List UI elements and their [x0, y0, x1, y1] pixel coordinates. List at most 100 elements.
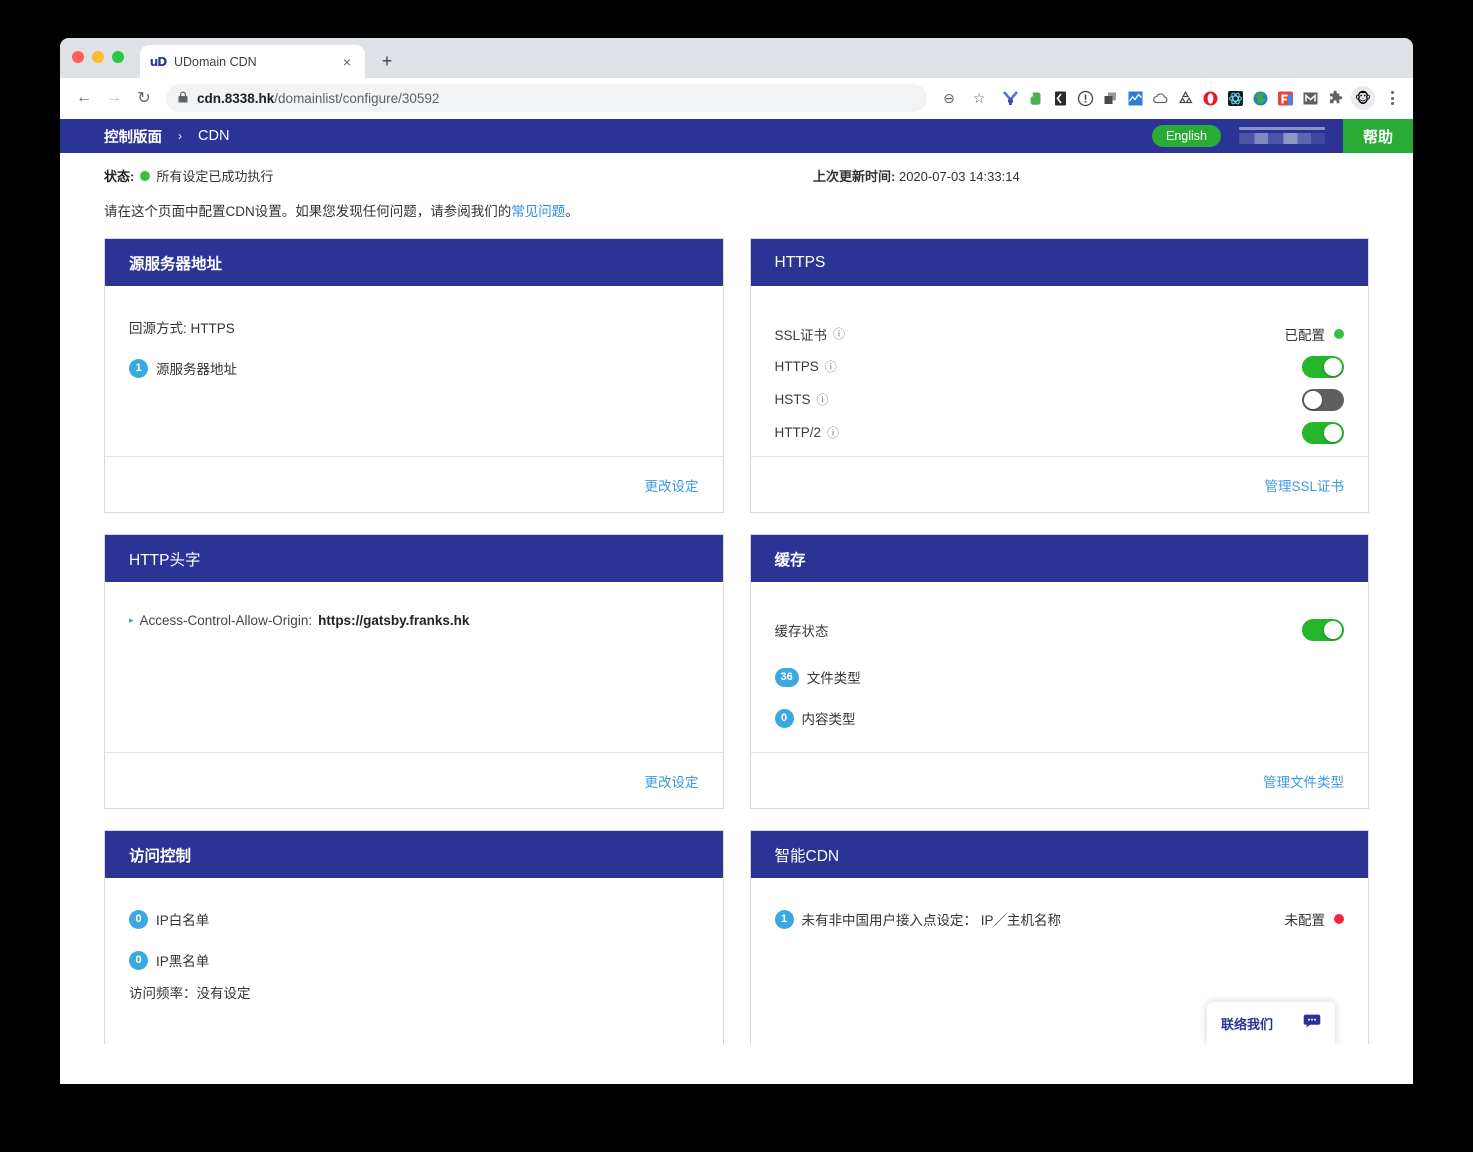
fe-icon[interactable] [1274, 87, 1296, 109]
manage-file-types-link[interactable]: 管理文件类型 [1263, 771, 1344, 791]
address-bar[interactable]: cdn.8338.hk/domainlist/configure/30592 [166, 84, 927, 112]
card-origin-server: 源服务器地址 回源方式: HTTPS 1 源服务器地址 更改设定 [104, 238, 724, 513]
page-description-suffix: 。 [565, 204, 579, 219]
headers-change-settings-link[interactable]: 更改设定 [645, 771, 699, 791]
cache-content-types-count-badge: 0 [775, 709, 794, 728]
language-switch-button[interactable]: English [1152, 125, 1221, 147]
ssl-certificate-status-text: 已配置 [1285, 324, 1326, 344]
ssl-certificate-label: SSL证书 ⓘ [775, 324, 846, 344]
card-https-footer: 管理SSL证书 [751, 456, 1369, 512]
card-origin-server-title: 源服务器地址 [105, 239, 723, 286]
info-icon[interactable]: ⓘ [833, 328, 845, 340]
pocket-icon[interactable] [1049, 87, 1071, 109]
evernote-icon[interactable] [1024, 87, 1046, 109]
chart-icon[interactable] [1124, 87, 1146, 109]
smart-cdn-row[interactable]: 1 未有非中国用户接入点设定： IP／主机名称 未配置 [775, 909, 1345, 929]
cloud-icon[interactable] [1149, 87, 1171, 109]
https-row-hsts: HSTS ⓘ [775, 383, 1345, 416]
tab-strip: uD UDomain CDN × + [60, 38, 1413, 78]
cache-state-toggle-wrap [1302, 619, 1344, 641]
profile-avatar[interactable]: 🐵 [1351, 86, 1375, 110]
smart-cdn-status: 未配置 [1285, 909, 1345, 929]
zoom-out-icon[interactable]: ⊖ [935, 84, 963, 112]
ssl-certificate-status-dot-icon [1334, 329, 1344, 339]
card-http-headers-title: HTTP头字 [105, 535, 723, 582]
hsts-toggle[interactable] [1302, 389, 1344, 411]
udomain-logo-icon: uD [150, 54, 166, 70]
window-traffic-lights [72, 51, 124, 63]
card-cache-title: 缓存 [751, 535, 1369, 582]
user-account-menu[interactable] [1239, 127, 1325, 145]
browser-tab[interactable]: uD UDomain CDN × [140, 45, 365, 78]
hsts-toggle-label: HSTS ⓘ [775, 392, 829, 407]
app-header-actions: English 帮助 [1152, 119, 1413, 153]
window-copy-icon[interactable] [1099, 87, 1121, 109]
info-icon[interactable]: ⓘ [817, 394, 829, 406]
maximize-window-button[interactable] [112, 51, 124, 63]
cache-file-types-row[interactable]: 36 文件类型 [775, 667, 1345, 687]
http-header-entry[interactable]: ▸ Access-Control-Allow-Origin:https://ga… [129, 613, 699, 628]
http-header-name: Access-Control-Allow-Origin: [140, 613, 313, 628]
chat-bubble-icon [1303, 1014, 1321, 1032]
http2-toggle[interactable] [1302, 422, 1344, 444]
manage-ssl-certificate-link[interactable]: 管理SSL证书 [1264, 475, 1344, 495]
origin-address-label: 源服务器地址 [156, 358, 237, 378]
yandex-icon[interactable] [999, 87, 1021, 109]
origin-address-row[interactable]: 1 源服务器地址 [129, 358, 699, 378]
card-http-headers-footer: 更改设定 [105, 752, 723, 808]
ip-blacklist-label: IP黑名单 [156, 950, 209, 970]
https-toggle-label-text: HTTPS [775, 359, 819, 374]
mailtrack-icon[interactable] [1299, 87, 1321, 109]
last-updated-label: 上次更新时间: [813, 169, 895, 184]
info-icon[interactable]: ⓘ [825, 361, 837, 373]
close-tab-icon[interactable]: × [339, 54, 355, 70]
url-path: /domainlist/configure/30592 [274, 91, 439, 106]
page-description: 请在这个页面中配置CDN设置。如果您发现任何问题，请参阅我们的常见问题。 [104, 200, 1369, 220]
minimize-window-button[interactable] [92, 51, 104, 63]
ip-blacklist-row[interactable]: 0 IP黑名单 [129, 950, 699, 970]
ip-whitelist-row[interactable]: 0 IP白名单 [129, 909, 699, 929]
info-icon[interactable]: ⓘ [827, 427, 839, 439]
address-bar-text: cdn.8338.hk/domainlist/configure/30592 [197, 91, 439, 106]
http2-toggle-wrap [1302, 422, 1344, 444]
https-toggle[interactable] [1302, 356, 1344, 378]
ssl-certificate-label-text: SSL证书 [775, 324, 828, 344]
card-origin-server-body: 回源方式: HTTPS 1 源服务器地址 [105, 286, 723, 456]
help-button[interactable]: 帮助 [1343, 119, 1413, 153]
reload-icon[interactable]: ↻ [130, 84, 158, 112]
globe-icon[interactable] [1249, 87, 1271, 109]
http-header-value: https://gatsby.franks.hk [318, 613, 469, 628]
bookmark-star-icon[interactable]: ☆ [965, 84, 993, 112]
cache-file-types-label: 文件类型 [807, 667, 861, 687]
contact-us-widget[interactable]: 联络我们 [1207, 1002, 1335, 1044]
faq-link[interactable]: 常见问题 [511, 204, 565, 219]
settings-card-grid: 源服务器地址 回源方式: HTTPS 1 源服务器地址 更改设定 HTTPS [104, 238, 1369, 1044]
forward-icon[interactable]: → [100, 84, 128, 112]
back-icon[interactable]: ← [70, 84, 98, 112]
cache-content-types-row[interactable]: 0 内容类型 [775, 708, 1345, 728]
ip-blacklist-count-badge: 0 [129, 951, 148, 970]
react-icon[interactable] [1224, 87, 1246, 109]
recycle-icon[interactable] [1174, 87, 1196, 109]
card-https-body: SSL证书 ⓘ 已配置 HTTPS ⓘ [751, 286, 1369, 456]
breadcrumb-item-dashboard[interactable]: 控制版面 [104, 126, 162, 147]
cache-state-toggle[interactable] [1302, 619, 1344, 641]
https-row-ssl-certificate: SSL证书 ⓘ 已配置 [775, 317, 1345, 350]
opera-icon[interactable] [1199, 87, 1221, 109]
close-window-button[interactable] [72, 51, 84, 63]
chevron-right-icon: › [178, 129, 182, 143]
new-tab-button[interactable]: + [373, 47, 401, 75]
omnibox-actions: ⊖ ☆ [935, 84, 993, 112]
last-updated: 上次更新时间: 2020-07-03 14:33:14 [813, 166, 1020, 185]
puzzle-icon[interactable] [1324, 87, 1346, 109]
ssl-certificate-status: 已配置 [1285, 324, 1345, 344]
browser-menu-icon[interactable] [1381, 85, 1403, 111]
smart-cdn-status-dot-icon [1334, 914, 1344, 924]
breadcrumb-item-cdn[interactable]: CDN [198, 128, 229, 144]
origin-address-count-badge: 1 [129, 359, 148, 378]
origin-change-settings-link[interactable]: 更改设定 [645, 475, 699, 495]
cdn-configure-page: 控制版面 › CDN English 帮助 状态: 所有设定已成功执行 [60, 119, 1413, 1044]
breadcrumb: 控制版面 › CDN [104, 126, 229, 147]
info-circle-icon[interactable] [1074, 87, 1096, 109]
https-toggle-label: HTTPS ⓘ [775, 359, 837, 374]
